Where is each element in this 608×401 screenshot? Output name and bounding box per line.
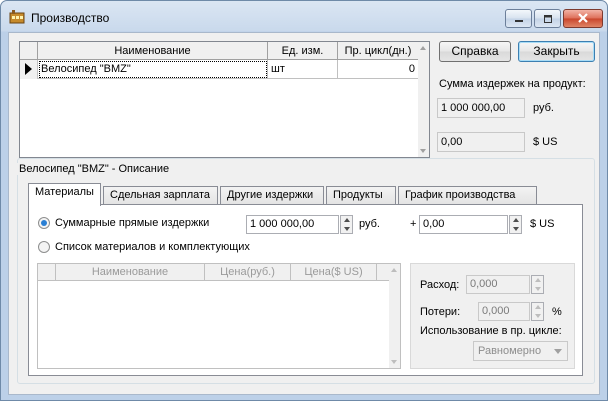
cost-rub-unit: руб. — [533, 102, 554, 114]
scroll-down-icon[interactable] — [391, 360, 397, 364]
cell-cycle[interactable]: 0 — [338, 60, 419, 79]
total-rub-stepper[interactable] — [340, 215, 353, 234]
stepper-down-icon[interactable] — [532, 285, 543, 293]
help-button[interactable]: Справка — [439, 41, 511, 62]
minimize-button[interactable] — [505, 9, 532, 28]
materials-list-label: Список материалов и комплектующих — [55, 241, 250, 253]
scroll-up-icon[interactable] — [420, 46, 426, 50]
row-indicator — [20, 60, 38, 79]
chevron-down-icon — [554, 349, 562, 354]
minimize-icon — [506, 10, 531, 27]
total-costs-radio[interactable] — [38, 217, 50, 229]
stepper-up-icon[interactable] — [341, 216, 352, 224]
cell-unit[interactable]: шт — [268, 60, 338, 79]
losses-unit: % — [552, 306, 562, 318]
materials-list-grid[interactable]: Наименование Цена(руб.) Цена($ US) — [37, 263, 401, 369]
cost-usd-unit: $ US — [533, 136, 558, 148]
mat-col-price-rub: Цена(руб.) — [205, 264, 291, 281]
close-icon — [564, 10, 602, 27]
cost-usd-field: 0,00 — [437, 132, 525, 152]
col-unit-header[interactable]: Ед. изм. — [268, 42, 338, 60]
col-cycle-header[interactable]: Пр. цикл(дн.) — [338, 42, 419, 60]
window-title: Производство — [31, 11, 110, 25]
stepper-down-icon[interactable] — [510, 225, 521, 233]
factory-icon — [9, 10, 25, 24]
total-rub-unit: руб. — [359, 218, 380, 230]
consumption-field[interactable]: 0,000 — [466, 275, 530, 294]
stepper-down-icon[interactable] — [341, 225, 352, 233]
losses-field[interactable]: 0,000 — [478, 302, 530, 321]
scroll-down-icon[interactable] — [420, 149, 426, 153]
maximize-button[interactable] — [534, 9, 561, 28]
tab-other-costs[interactable]: Другие издержки — [220, 186, 324, 205]
material-details-panel: Расход: 0,000 Потери: 0,000 % Использова… — [410, 263, 575, 369]
stepper-down-icon[interactable] — [532, 312, 543, 320]
total-usd-stepper[interactable] — [509, 215, 522, 234]
losses-label: Потери: — [420, 306, 461, 318]
materials-grid-corner — [38, 264, 56, 281]
tab-products[interactable]: Продукты — [326, 186, 396, 205]
stepper-up-icon[interactable] — [532, 276, 543, 284]
usage-select[interactable]: Равномерно — [473, 341, 568, 361]
row-pointer-icon — [25, 63, 32, 75]
cost-sum-label: Сумма издержек на продукт: — [439, 78, 586, 90]
stepper-up-icon[interactable] — [510, 216, 521, 224]
total-costs-label: Суммарные прямые издержки — [55, 217, 210, 229]
total-usd-unit: $ US — [530, 218, 555, 230]
usage-select-value: Равномерно — [478, 345, 542, 357]
materials-grid-scrollbar[interactable] — [389, 264, 400, 368]
client-area: Наименование Ед. изм. Пр. цикл(дн.) Вело… — [8, 32, 600, 395]
grid-corner — [20, 42, 38, 60]
maximize-icon — [535, 10, 560, 27]
grid-scrollbar[interactable] — [418, 42, 429, 157]
consumption-label: Расход: — [420, 279, 460, 291]
scroll-up-icon[interactable] — [391, 268, 397, 272]
stepper-up-icon[interactable] — [532, 303, 543, 311]
grid-header: Наименование Ед. изм. Пр. цикл(дн.) — [20, 42, 419, 60]
col-name-header[interactable]: Наименование — [38, 42, 268, 60]
materials-panel: Суммарные прямые издержки 1 000 000,00 р… — [28, 204, 583, 376]
tab-piecework-wage[interactable]: Сдельная зарплата — [103, 186, 218, 205]
materials-grid-header: Наименование Цена(руб.) Цена($ US) — [38, 264, 390, 281]
close-window-button[interactable] — [563, 9, 603, 28]
mat-col-name: Наименование — [56, 264, 205, 281]
tab-materials[interactable]: Материалы — [28, 183, 101, 206]
products-grid[interactable]: Наименование Ед. изм. Пр. цикл(дн.) Вело… — [19, 41, 430, 158]
plus-sign: + — [410, 218, 417, 230]
tab-production-schedule[interactable]: График производства — [398, 186, 537, 205]
usage-label: Использование в пр. цикле: — [420, 325, 562, 337]
losses-stepper[interactable] — [531, 302, 544, 321]
consumption-stepper[interactable] — [531, 275, 544, 294]
cost-rub-field: 1 000 000,00 — [437, 98, 525, 118]
total-usd-input[interactable]: 0,00 — [419, 215, 508, 234]
cell-name[interactable]: Велосипед "BMZ" — [38, 60, 268, 79]
table-row[interactable]: Велосипед "BMZ" шт 0 — [20, 60, 419, 79]
app-window: Производство Наименование Ед. изм. Пр. ц… — [0, 0, 608, 401]
group-title: Велосипед "BMZ" - Описание — [17, 163, 172, 175]
mat-col-price-usd: Цена($ US) — [291, 264, 377, 281]
materials-list-radio[interactable] — [38, 241, 50, 253]
total-rub-input[interactable]: 1 000 000,00 — [246, 215, 339, 234]
close-button[interactable]: Закрыть — [518, 41, 595, 62]
title-bar[interactable]: Производство — [1, 1, 607, 31]
